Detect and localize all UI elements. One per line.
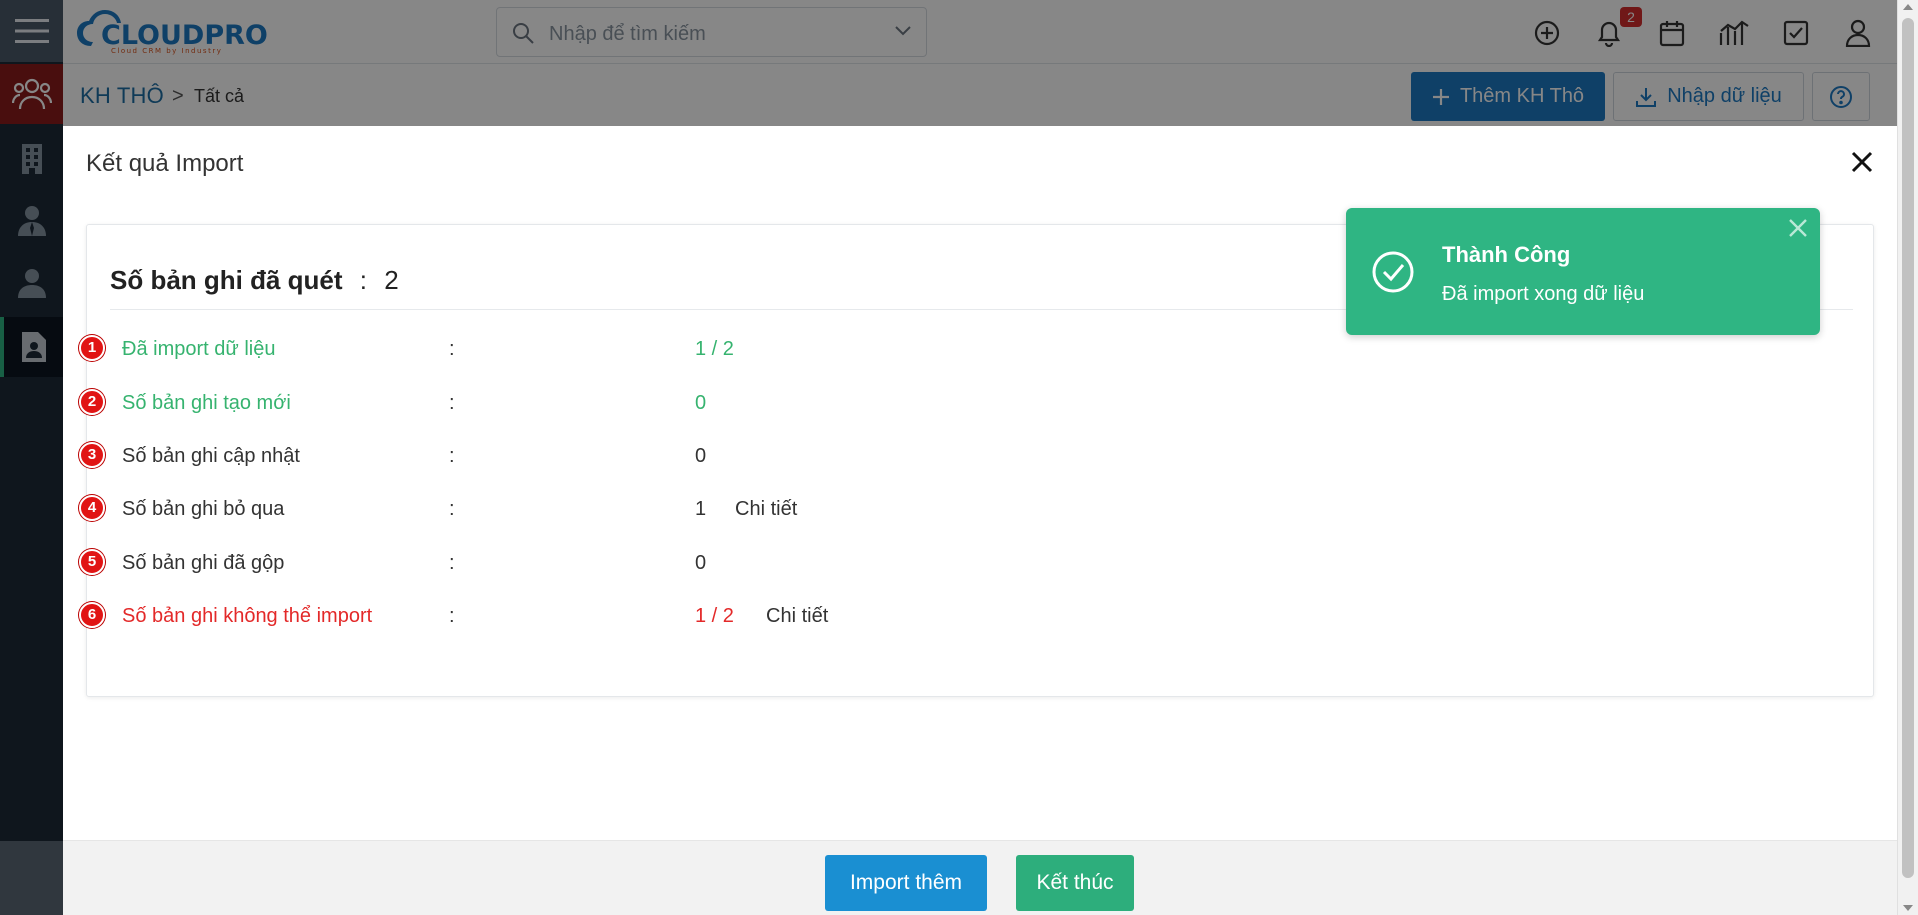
- row-label: Số bản ghi cập nhật: [122, 445, 300, 467]
- row-value: 1: [695, 498, 707, 520]
- scroll-thumb[interactable]: [1902, 18, 1914, 878]
- row-label: Số bản ghi tạo mới: [122, 392, 291, 414]
- row-number-badge: 6: [79, 602, 105, 628]
- close-icon[interactable]: [1847, 147, 1877, 177]
- result-row-failed: 6 Số bản ghi không thể import : 1 / 2 Ch…: [79, 599, 1087, 639]
- scroll-down-arrow-icon[interactable]: [1903, 905, 1913, 911]
- scroll-up-arrow-icon[interactable]: [1903, 4, 1913, 10]
- result-row-merged: 5 Số bản ghi đã gộp : 0: [79, 546, 1087, 586]
- check-circle-icon: [1372, 251, 1414, 293]
- row-label: Số bản ghi bỏ qua: [122, 498, 285, 520]
- scanned-label: Số bản ghi đã quét: [110, 265, 343, 295]
- row-value: 0: [695, 392, 707, 414]
- import-more-button[interactable]: Import thêm: [825, 855, 987, 911]
- row-number-badge: 1: [79, 335, 105, 361]
- row-colon: :: [449, 498, 455, 520]
- scanned-value: 2: [384, 265, 399, 295]
- row-value: 0: [695, 552, 707, 574]
- finish-button[interactable]: Kết thúc: [1016, 855, 1134, 911]
- close-icon[interactable]: [1786, 216, 1810, 240]
- row-colon: :: [449, 552, 455, 574]
- toast-title: Thành Công: [1442, 242, 1571, 267]
- row-number-badge: 5: [79, 549, 105, 575]
- scanned-colon: :: [359, 265, 368, 295]
- result-row-skipped: 4 Số bản ghi bỏ qua : 1 Chi tiết: [79, 492, 1087, 532]
- failed-detail-link[interactable]: Chi tiết: [766, 605, 828, 628]
- row-colon: :: [449, 338, 455, 360]
- skipped-detail-link[interactable]: Chi tiết: [735, 498, 797, 521]
- row-colon: :: [449, 392, 455, 414]
- row-value: 0: [695, 445, 707, 467]
- row-value: 1 / 2: [695, 338, 734, 360]
- row-value: 1 / 2: [695, 605, 734, 627]
- modal-backdrop: [0, 0, 1918, 126]
- result-row-created: 2 Số bản ghi tạo mới : 0: [79, 386, 1087, 426]
- row-label: Số bản ghi đã gộp: [122, 552, 285, 574]
- page-scrollbar[interactable]: [1897, 0, 1918, 915]
- modal-title: Kết quả Import: [86, 150, 244, 177]
- scanned-records: Số bản ghi đã quét : 2: [110, 265, 399, 296]
- result-row-updated: 3 Số bản ghi cập nhật : 0: [79, 439, 1087, 479]
- result-row-imported: 1 Đã import dữ liệu : 1 / 2: [79, 332, 1087, 372]
- row-number-badge: 3: [79, 442, 105, 468]
- row-label: Số bản ghi không thể import: [122, 605, 373, 627]
- success-toast: Thành Công Đã import xong dữ liệu: [1346, 208, 1820, 335]
- row-colon: :: [449, 605, 455, 627]
- modal-footer: Import thêm Kết thúc: [63, 840, 1897, 915]
- modal-backdrop-side: [0, 126, 63, 915]
- row-number-badge: 2: [79, 389, 105, 415]
- row-label: Đã import dữ liệu: [122, 338, 276, 360]
- toast-message: Đã import xong dữ liệu: [1442, 283, 1645, 305]
- row-colon: :: [449, 445, 455, 467]
- row-number-badge: 4: [79, 495, 105, 521]
